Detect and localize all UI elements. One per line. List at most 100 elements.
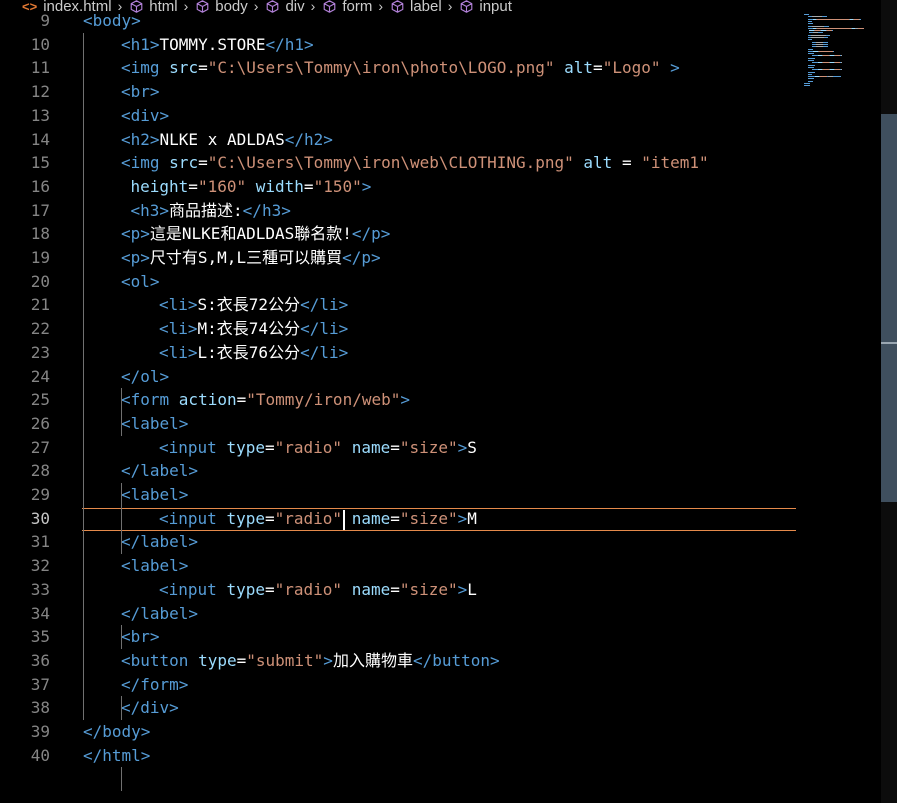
code-line[interactable]: 9 <body> (0, 9, 800, 33)
code-text: <p>尺寸有S,M,L三種可以購買</p> (121, 246, 381, 270)
token-tag: </h1> (265, 34, 314, 54)
code-line[interactable]: 31 </label> (0, 530, 800, 554)
code-text: <img src="C:\Users\Tommy\iron\web\CLOTHI… (121, 151, 709, 175)
code-text: </html> (83, 744, 150, 768)
code-line[interactable]: 23 <li>L:衣長76公分</li> (0, 341, 800, 365)
line-number: 38 (30, 698, 50, 718)
code-text: <h2>NLKE x ADLDAS</h2> (121, 128, 333, 152)
code-line[interactable]: 29 <label> (0, 483, 800, 507)
minimap-token (808, 71, 815, 73)
code-line[interactable]: 32 <label> (0, 554, 800, 578)
code-line[interactable]: 33 <input type="radio" name="size">L (0, 578, 800, 602)
indent-guide (121, 483, 122, 555)
code-line[interactable]: 12 <br> (0, 80, 800, 104)
minimap-token (823, 43, 828, 45)
minimap-token (817, 27, 851, 29)
token-attr: name (351, 437, 391, 457)
line-number: 17 (30, 200, 50, 220)
token-tag: </ol> (121, 366, 170, 386)
minimap-token (824, 37, 828, 38)
code-text: <div> (121, 104, 169, 128)
minimap-token (811, 37, 824, 38)
scrollbar-thumb[interactable] (881, 114, 897, 502)
minimap-token (808, 73, 812, 75)
token-tag: </li> (300, 342, 349, 362)
code-line[interactable]: 14 <h2>NLKE x ADLDAS</h2> (0, 128, 800, 152)
code-text: <br> (121, 80, 160, 104)
code-text: <form action="Tommy/iron/web"> (121, 388, 410, 412)
line-number: 9 (40, 11, 50, 30)
token-txt: = (236, 390, 247, 410)
code-line[interactable]: 39 </body> (0, 720, 800, 744)
line-number: 24 (30, 366, 50, 386)
code-line[interactable]: 16 height="160" width="150"> (0, 175, 800, 199)
token-tag: <img (121, 58, 170, 78)
code-text: </label> (121, 602, 198, 626)
minimap-token (820, 76, 827, 78)
code-line[interactable]: 15 <img src="C:\Users\Tommy\iron\web\CLOT… (0, 151, 800, 175)
code-line[interactable]: 21 <li>S:衣長72公分</li> (0, 293, 800, 317)
code-line[interactable]: 34 </label> (0, 602, 800, 626)
token-tag: </li> (300, 295, 349, 315)
token-str: "item1" (641, 153, 709, 173)
text-cursor (343, 509, 345, 530)
code-line[interactable]: 19 <p>尺寸有S,M,L三種可以購買</p> (0, 246, 800, 270)
code-line[interactable]: 27 <input type="radio" name="size">S (0, 436, 800, 460)
code-line[interactable]: 11 <img src="C:\Users\Tommy\iron\photo\LO… (0, 56, 800, 80)
token-str: "150" (313, 176, 362, 196)
minimap-token (819, 50, 833, 52)
minimap[interactable] (800, 14, 880, 104)
line-number: 13 (30, 105, 50, 125)
code-text: </ol> (121, 365, 169, 389)
minimap-token (832, 30, 833, 32)
code-line[interactable]: 13 <div> (0, 104, 800, 128)
code-line[interactable]: 28 </label> (0, 459, 800, 483)
token-str: "submit" (246, 650, 324, 670)
indent-guide (121, 767, 122, 792)
minimap-token (823, 41, 828, 43)
code-text: <li>L:衣長76公分</li> (159, 341, 348, 365)
minimap-token (833, 50, 834, 52)
token-tag: > (457, 437, 468, 457)
line-number: 21 (30, 295, 50, 315)
code-line[interactable]: 40 </html> (0, 744, 800, 768)
code-line[interactable]: 17 <h3>商品描述:</h3> (0, 199, 800, 223)
code-line[interactable]: 25 <form action="Tommy/iron/web"> (0, 388, 800, 412)
minimap-token (808, 60, 814, 61)
code-line[interactable]: 38 </div> (0, 696, 800, 720)
token-tag: <input (159, 437, 227, 457)
code-line[interactable]: 26 <label> (0, 412, 800, 436)
token-txt: S (467, 437, 477, 457)
token-txt: 這是NLKE和ADLDAS聯名款! (149, 224, 352, 244)
token-txt: = (236, 650, 247, 670)
token-txt: L (467, 579, 477, 599)
code-text: </div> (121, 696, 179, 720)
code-text: <h1>TOMMY.STORE</h1> (121, 33, 314, 57)
token-attr: src (169, 153, 199, 173)
token-txt: L:衣長76公分 (197, 342, 301, 362)
token-tag: </h2> (284, 129, 333, 149)
code-line[interactable]: 20 <ol> (0, 270, 800, 294)
token-str: "160" (197, 176, 247, 196)
token-txt: M:衣長74公分 (197, 319, 301, 339)
code-line[interactable]: 18 <p>這是NLKE和ADLDAS聯名款!</p> (0, 222, 800, 246)
minimap-token (841, 69, 842, 71)
code-line[interactable]: 24 </ol> (0, 365, 800, 389)
token-txt: TOMMY.STORE (159, 34, 266, 54)
token-tag: </label> (121, 532, 199, 552)
token-txt: 加入購物車 (332, 650, 413, 670)
scrollbar-cursor-marker (881, 342, 897, 344)
minimap-token (808, 23, 813, 25)
line-number: 22 (30, 319, 50, 339)
code-line[interactable]: 35 <br> (0, 625, 800, 649)
line-number: 30 (30, 508, 50, 528)
token-txt: 尺寸有S,M,L三種可以購買 (149, 248, 343, 267)
code-line[interactable]: 37 </form> (0, 673, 800, 697)
code-text: <body> (83, 9, 141, 33)
code-line[interactable]: 22 <li>M:衣長74公分</li> (0, 317, 800, 341)
token-tag: <label> (121, 413, 189, 433)
code-line[interactable]: 36 <button type="submit">加入購物車</button> (0, 649, 800, 673)
code-line[interactable]: 10 <h1>TOMMY.STORE</h1> (0, 33, 800, 57)
line-number: 33 (30, 579, 50, 599)
code-text: <label> (121, 554, 188, 578)
